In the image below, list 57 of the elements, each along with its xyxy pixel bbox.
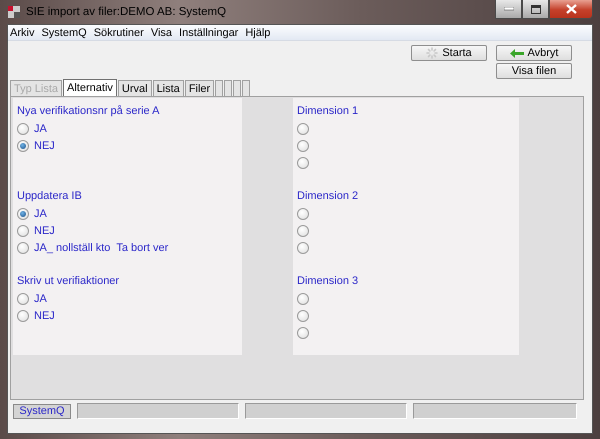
tab[interactable] — [224, 80, 232, 96]
toolbar-button[interactable]: Visa filen — [496, 63, 572, 79]
radio-button[interactable] — [297, 292, 309, 304]
radio-label[interactable]: JA — [34, 122, 47, 134]
tab[interactable] — [233, 80, 242, 96]
radio-button[interactable] — [17, 224, 29, 236]
radio-button[interactable] — [17, 122, 29, 134]
radio-button[interactable] — [17, 208, 29, 220]
radio-button[interactable] — [297, 326, 309, 338]
minimize-button[interactable] — [495, 0, 522, 19]
radio-button[interactable] — [297, 156, 309, 168]
tab[interactable] — [242, 80, 250, 96]
menu-item[interactable]: Sökrutiner — [94, 26, 144, 38]
radio-button[interactable] — [17, 140, 29, 152]
tab[interactable]: Urval — [118, 80, 152, 96]
tab[interactable]: Lista — [152, 80, 184, 96]
radio-button[interactable] — [297, 224, 309, 236]
group-title: Dimension 1 — [296, 104, 358, 119]
radio-label[interactable]: NEJ — [34, 140, 55, 152]
spinner-icon — [426, 47, 438, 59]
tab[interactable]: Alternativ — [63, 79, 117, 96]
radio-label[interactable]: JA_ nollställ kto Ta bort ver — [34, 242, 168, 254]
close-icon — [566, 4, 576, 14]
menu-item[interactable]: Visa — [150, 26, 172, 38]
menu-item[interactable]: Inställningar — [179, 26, 238, 38]
maximize-icon — [530, 4, 540, 14]
group-title: Nya verifikationsnr på serie A — [16, 104, 160, 119]
toolbar-button[interactable]: Starta — [411, 45, 487, 61]
radio-button[interactable] — [17, 292, 29, 304]
status-button[interactable]: SystemQ — [13, 404, 71, 418]
radio-label[interactable]: NEJ — [34, 224, 55, 236]
group-title: Skriv ut verifiaktioner — [16, 274, 120, 289]
app-icon — [7, 5, 21, 19]
group-title: Uppdatera IB — [16, 189, 82, 204]
maximize-button[interactable] — [522, 0, 549, 19]
window-title: SIE import av filer:DEMO AB: SystemQ — [26, 6, 226, 18]
toolbar-button[interactable]: Avbryt — [496, 45, 572, 61]
menu-item[interactable]: SystemQ — [41, 26, 87, 38]
tab[interactable] — [215, 80, 224, 96]
radio-button[interactable] — [297, 208, 309, 220]
minimize-icon — [504, 7, 514, 11]
radio-label[interactable]: NEJ — [34, 310, 55, 322]
radio-button[interactable] — [297, 140, 309, 152]
radio-button[interactable] — [297, 242, 309, 254]
close-button[interactable] — [549, 0, 593, 19]
tab[interactable]: Filer — [184, 80, 214, 96]
radio-button[interactable] — [297, 310, 309, 322]
radio-label[interactable]: JA — [34, 208, 47, 220]
radio-button[interactable] — [17, 242, 29, 254]
menu-item[interactable]: Arkiv — [10, 26, 34, 38]
radio-label[interactable]: JA — [34, 292, 47, 304]
group-title: Dimension 2 — [296, 189, 358, 204]
radio-button[interactable] — [297, 122, 309, 134]
left-arrow-icon — [510, 48, 524, 58]
menu-item[interactable]: Hjälp — [245, 26, 270, 38]
group-title: Dimension 3 — [296, 274, 358, 289]
radio-button[interactable] — [17, 310, 29, 322]
